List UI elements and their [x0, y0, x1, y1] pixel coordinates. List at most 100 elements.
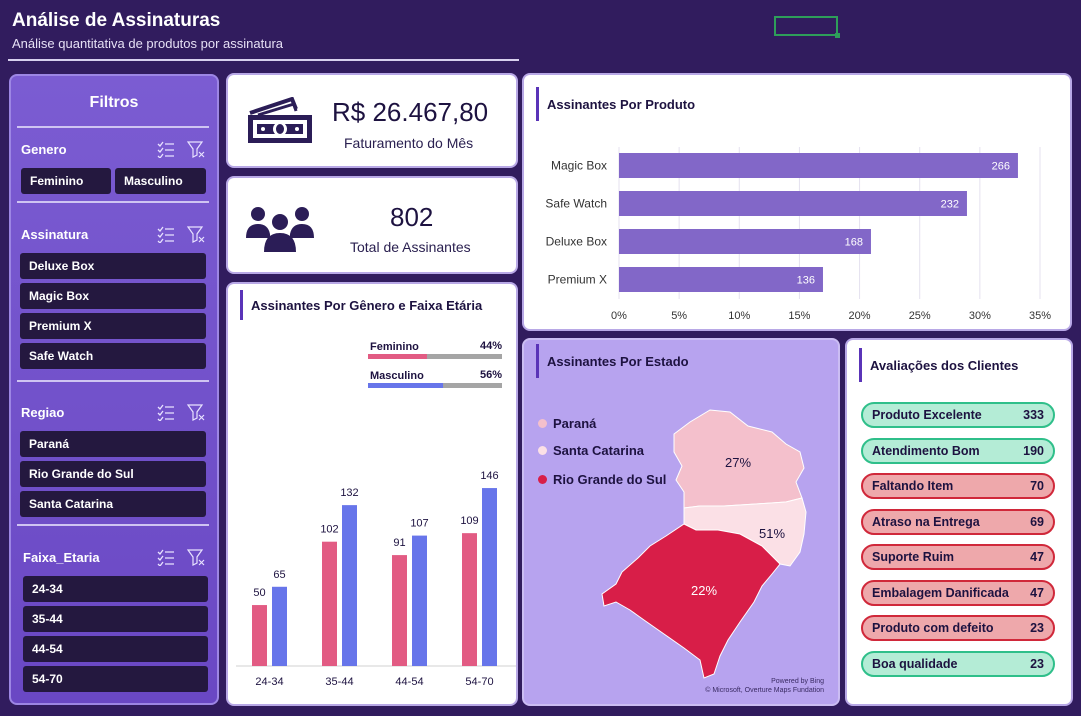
slicer-item-rio-grande-do-sul[interactable]: Rio Grande do Sul — [20, 461, 206, 487]
y-category-label: Premium X — [548, 273, 607, 287]
filters-divider — [17, 201, 209, 203]
map-credit-bing: Powered by Bing — [771, 678, 824, 685]
slicer-item-24-34[interactable]: 24-34 — [23, 576, 208, 602]
multi-select-icon[interactable] — [157, 403, 175, 421]
state-map-card: Assinantes Por Estado Paraná Santa Catar… — [522, 338, 840, 706]
bar-data-label: 102 — [320, 524, 338, 536]
rating-item[interactable]: Atendimento Bom 190 — [861, 437, 1055, 464]
page-title: Análise de Assinaturas — [12, 10, 221, 31]
map-label-rio-grande: 22% — [691, 583, 717, 598]
rating-value: 333 — [1023, 408, 1044, 422]
slicer-genero-controls — [157, 140, 205, 158]
x-category-label: 44-54 — [395, 676, 423, 688]
product-bar[interactable] — [619, 229, 871, 254]
slicer-item-masculino[interactable]: Masculino — [115, 168, 206, 194]
gender-age-bar[interactable] — [412, 535, 427, 666]
slicer-item-parana[interactable]: Paraná — [20, 431, 206, 457]
slicer-item-feminino[interactable]: Feminino — [21, 168, 111, 194]
bar-data-label: 107 — [410, 518, 428, 530]
slicer-assinatura-controls — [157, 225, 205, 243]
slicer-item-54-70[interactable]: 54-70 — [23, 666, 208, 692]
gender-age-chart-card: Assinantes Por Gênero e Faixa Etária Fem… — [226, 282, 518, 706]
gender-age-bar[interactable] — [392, 555, 407, 666]
rating-item[interactable]: Boa qualidade 23 — [861, 650, 1055, 677]
bar-data-label: 65 — [273, 569, 285, 581]
x-category-label: 24-34 — [255, 676, 283, 688]
rating-label: Boa qualidade — [872, 656, 958, 671]
rating-label: Atendimento Bom — [872, 443, 980, 458]
rating-value: 190 — [1023, 443, 1044, 458]
slicer-genero-title: Genero — [21, 142, 67, 157]
south-brazil-map: 27% 51% 22% — [601, 409, 807, 679]
slicer-regiao-controls — [157, 403, 205, 421]
rating-item[interactable]: Embalagem Danificada 47 — [861, 579, 1055, 606]
product-bar[interactable] — [619, 153, 1018, 178]
x-category-label: 54-70 — [465, 676, 493, 688]
gender-age-bar[interactable] — [462, 533, 477, 666]
slicer-item-santa-catarina[interactable]: Santa Catarina — [20, 491, 206, 517]
gender-age-bar[interactable] — [342, 505, 357, 666]
x-tick-label: 35% — [1029, 310, 1051, 322]
gender-age-bar[interactable] — [322, 541, 337, 666]
kpi-subscribers-card: 802 Total de Assinantes — [226, 176, 518, 274]
selected-cell[interactable] — [774, 16, 840, 38]
rating-item[interactable]: Suporte Ruim 47 — [861, 544, 1055, 570]
clear-filter-icon[interactable] — [187, 548, 205, 566]
bar-data-label: 146 — [480, 470, 498, 482]
y-category-label: Safe Watch — [545, 197, 607, 211]
rating-label: Produto Excelente — [872, 408, 982, 422]
map-region-rio-grande-do-sul[interactable] — [601, 523, 781, 679]
slicer-item-premium-x[interactable]: Premium X — [20, 313, 206, 339]
rating-label: Faltando Item — [872, 479, 954, 493]
bar-data-label: 168 — [845, 237, 863, 249]
x-tick-label: 5% — [671, 310, 687, 322]
legend-pct: 56% — [480, 369, 502, 381]
money-icon — [248, 97, 312, 143]
bar-data-label: 132 — [340, 487, 358, 499]
bar-data-label: 136 — [797, 275, 815, 287]
x-tick-label: 10% — [728, 310, 750, 322]
multi-select-icon[interactable] — [157, 548, 175, 566]
slicer-item-magic-box[interactable]: Magic Box — [20, 283, 206, 309]
product-bar[interactable] — [619, 191, 967, 216]
rating-label: Produto com defeito — [872, 621, 994, 635]
clear-filter-icon[interactable] — [187, 225, 205, 243]
product-bar[interactable] — [619, 267, 823, 292]
rating-item[interactable]: Atraso na Entrega 69 — [861, 508, 1055, 535]
revenue-label: Faturamento do Mês — [344, 135, 474, 151]
multi-select-icon[interactable] — [157, 140, 175, 158]
multi-select-icon[interactable] — [157, 225, 175, 243]
slicer-item-44-54[interactable]: 44-54 — [23, 636, 208, 662]
filters-divider — [17, 380, 209, 382]
legend-label: Feminino — [370, 341, 419, 353]
y-category-label: Magic Box — [551, 159, 607, 173]
gender-age-bar[interactable] — [252, 605, 267, 666]
kpi-revenue-card: R$ 26.467,80 Faturamento do Mês — [226, 73, 518, 168]
slicer-faixa-title: Faixa_Etaria — [23, 550, 100, 565]
slicer-regiao-title: Regiao — [21, 405, 65, 420]
bar-data-label: 50 — [253, 587, 265, 599]
filters-divider — [17, 524, 209, 526]
legend-fill — [368, 383, 444, 388]
slicer-item-35-44[interactable]: 35-44 — [23, 606, 208, 632]
rating-label: Atraso na Entrega — [872, 514, 980, 529]
rating-label: Suporte Ruim — [872, 550, 954, 564]
rating-item[interactable]: Produto Excelente 333 — [861, 402, 1055, 428]
gender-age-bar-chart: Feminino 44% Masculino 56% 50 65 24-34 102 132 35… — [236, 340, 516, 688]
subscribers-label: Total de Assinantes — [350, 239, 471, 255]
gender-age-bar[interactable] — [272, 586, 287, 666]
rating-item[interactable]: Faltando Item 70 — [861, 473, 1055, 499]
gender-age-bar[interactable] — [482, 488, 497, 666]
slicer-item-safe-watch[interactable]: Safe Watch — [20, 343, 206, 369]
bar-data-label: 91 — [393, 537, 405, 549]
rating-value: 70 — [1030, 479, 1044, 493]
clear-filter-icon[interactable] — [187, 140, 205, 158]
legend-pct: 44% — [480, 340, 502, 352]
clear-filter-icon[interactable] — [187, 403, 205, 421]
bar-data-label: 109 — [460, 515, 478, 527]
slicer-item-deluxe-box[interactable]: Deluxe Box — [20, 253, 206, 279]
slicer-faixa-controls — [157, 548, 205, 566]
rating-item[interactable]: Produto com defeito 23 — [861, 615, 1055, 641]
bar-data-label: 232 — [941, 199, 959, 211]
ratings-card: Avaliações dos Clientes Produto Excelent… — [845, 338, 1073, 706]
